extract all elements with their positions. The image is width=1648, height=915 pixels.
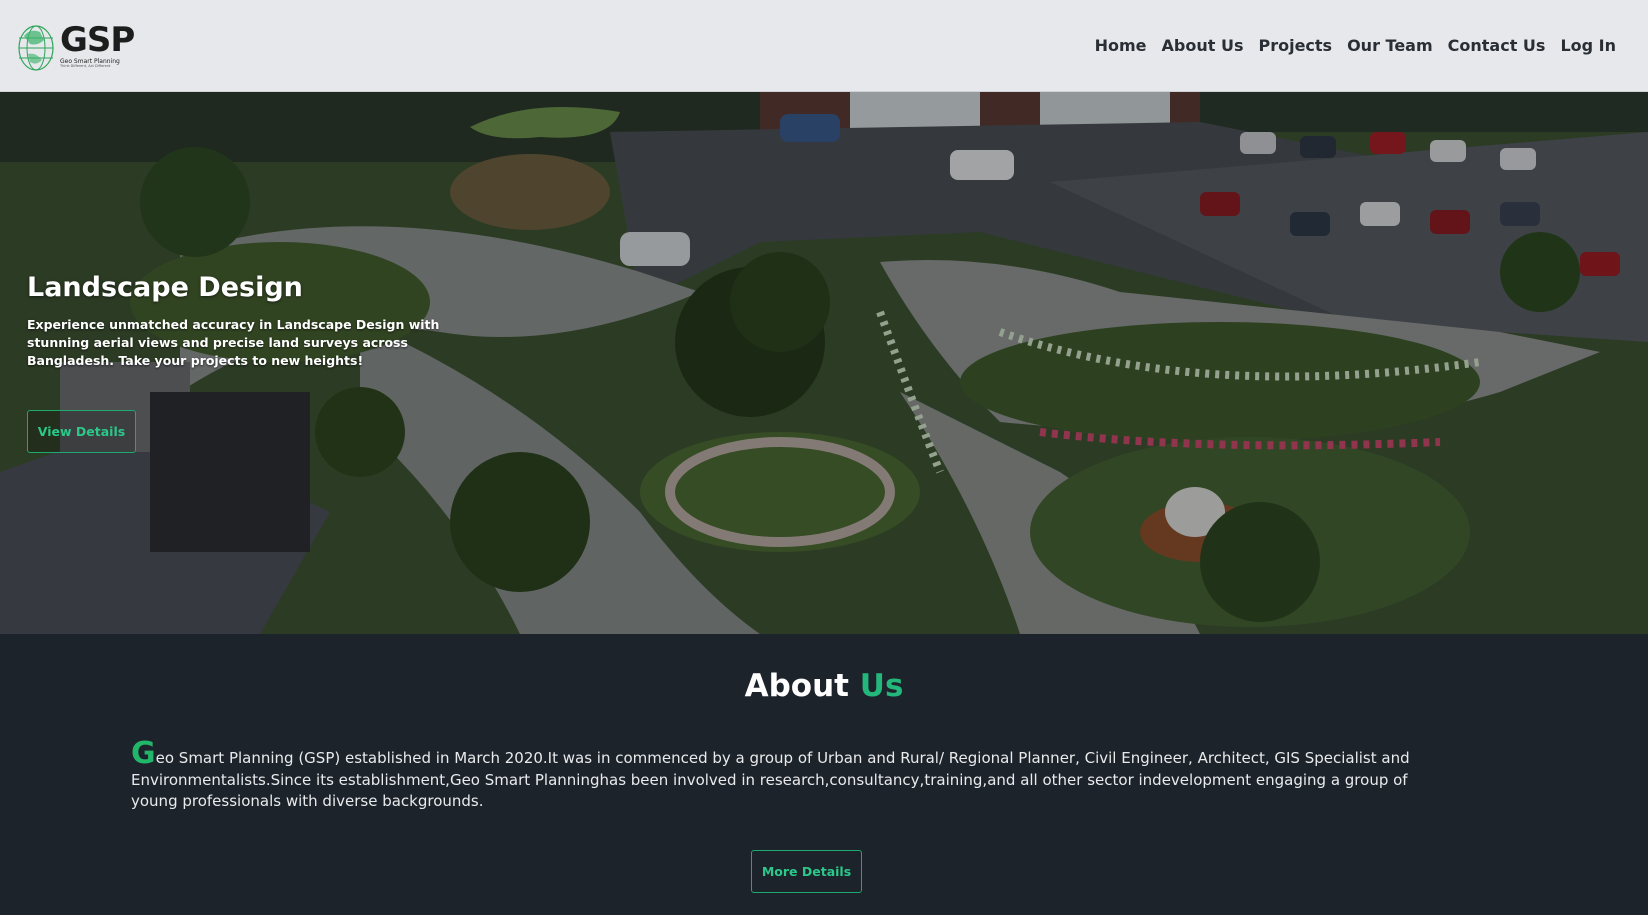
logo-mark: GSP — [60, 19, 135, 60]
nav-home[interactable]: Home — [1095, 36, 1147, 55]
hero-banner: Landscape Design Experience unmatched ac… — [0, 92, 1648, 634]
nav-about-us[interactable]: About Us — [1162, 36, 1244, 55]
about-paragraph-text: eo Smart Planning (GSP) established in M… — [131, 749, 1410, 810]
more-details-button[interactable]: More Details — [751, 850, 862, 893]
about-paragraph: Geo Smart Planning (GSP) established in … — [131, 739, 1421, 813]
globe-icon — [18, 24, 54, 71]
view-details-button[interactable]: View Details — [27, 410, 136, 453]
nav-our-team[interactable]: Our Team — [1347, 36, 1433, 55]
about-heading-word: About — [744, 668, 849, 704]
nav-log-in[interactable]: Log In — [1560, 36, 1616, 55]
nav-projects[interactable]: Projects — [1258, 36, 1332, 55]
site-header: GSP Geo Smart Planning Think Different, … — [0, 0, 1648, 92]
nav-contact-us[interactable]: Contact Us — [1448, 36, 1546, 55]
hero-title: Landscape Design — [27, 272, 303, 303]
logo-tagline: Think Different, Act Different — [60, 63, 111, 68]
logo[interactable]: GSP Geo Smart Planning Think Different, … — [16, 16, 135, 76]
about-heading-accent-word: Us — [859, 668, 904, 704]
drop-cap-letter: G — [131, 736, 156, 771]
about-section: About Us Geo Smart Planning (GSP) establ… — [0, 634, 1648, 915]
hero-description: Experience unmatched accuracy in Landsca… — [27, 317, 440, 368]
main-nav: Home About Us Projects Our Team Contact … — [1095, 36, 1616, 55]
about-heading: About Us — [0, 668, 1648, 704]
